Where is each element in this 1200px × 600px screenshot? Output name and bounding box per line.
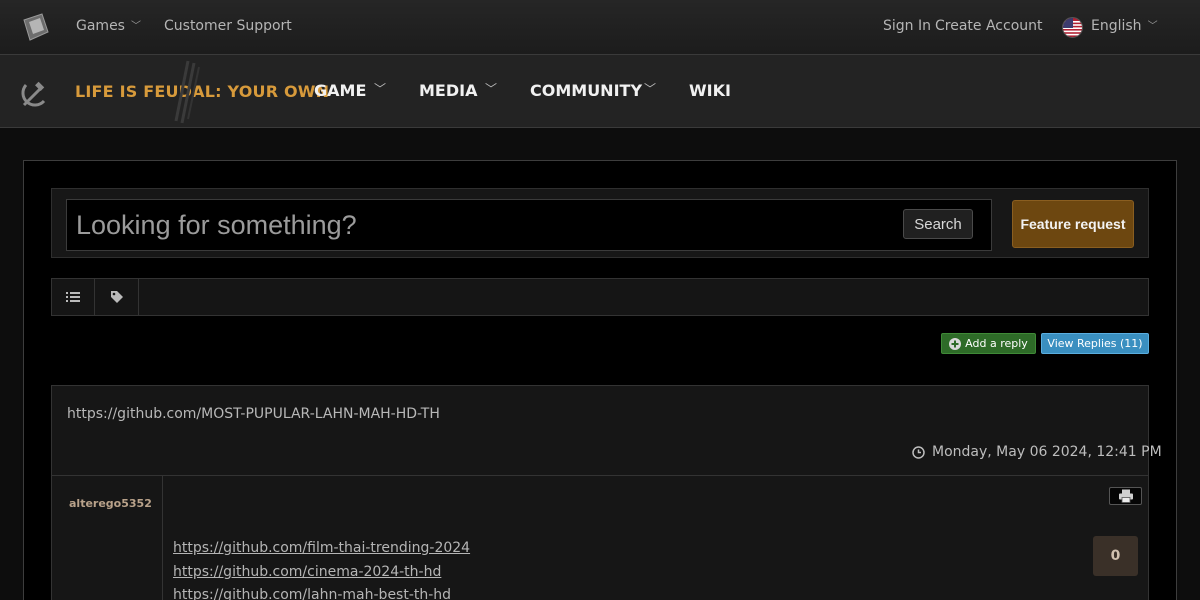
post-link[interactable]: https://github.com/lahn-mah-best-th-hd: [173, 587, 451, 600]
chevron-down-icon: ﹀: [1147, 21, 1158, 32]
list-icon: [65, 292, 80, 302]
chevron-down-icon[interactable]: ﹀: [374, 80, 386, 97]
sign-in-link[interactable]: Sign In: [883, 18, 931, 34]
vote-count[interactable]: 0: [1093, 536, 1138, 576]
post-date: Monday, May 06 2024, 12:41 PM: [912, 444, 1162, 460]
top-bar: Games ﹀ Customer Support Sign In Create A…: [0, 0, 1200, 54]
forum-toolbar: [51, 278, 1149, 316]
post-link[interactable]: https://github.com/film-thai-trending-20…: [173, 540, 470, 556]
create-account-link[interactable]: Create Account: [935, 18, 1043, 34]
printer-icon: [1118, 489, 1133, 503]
post-date-text: Monday, May 06 2024, 12:41 PM: [932, 444, 1162, 460]
language-label: English: [1091, 18, 1142, 34]
hammer-sickle-emblem-icon[interactable]: [18, 79, 50, 111]
post-divider: [51, 475, 1149, 476]
tag-icon: [110, 291, 123, 303]
author-column-divider: [162, 476, 163, 600]
list-view-button[interactable]: [51, 279, 95, 315]
language-selector[interactable]: English ﹀: [1091, 18, 1158, 34]
us-flag-icon[interactable]: [1062, 17, 1083, 38]
author-name[interactable]: alterego5352: [69, 497, 152, 510]
post-link[interactable]: https://github.com/cinema-2024-th-hd: [173, 564, 441, 580]
chevron-down-icon: ﹀: [130, 21, 141, 32]
customer-support-link[interactable]: Customer Support: [164, 18, 292, 34]
print-button[interactable]: [1109, 487, 1142, 505]
clock-icon: [912, 445, 925, 459]
plus-circle-icon: [949, 337, 962, 350]
nav-community[interactable]: COMMUNITY: [530, 81, 642, 100]
add-reply-label: Add a reply: [965, 337, 1028, 350]
view-replies-button[interactable]: View Replies (11): [1041, 333, 1149, 354]
nav-game[interactable]: GAME: [314, 81, 366, 100]
search-button[interactable]: Search: [903, 209, 973, 239]
nav-media[interactable]: MEDIA: [419, 81, 477, 100]
post-title: https://github.com/MOST-PUPULAR-LAHN-MAH…: [67, 406, 440, 422]
add-reply-button[interactable]: Add a reply: [941, 333, 1036, 354]
chevron-down-icon[interactable]: ﹀: [485, 80, 497, 97]
site-logo-icon[interactable]: [20, 12, 52, 44]
games-menu[interactable]: Games ﹀: [76, 18, 141, 34]
chevron-down-icon[interactable]: ﹀: [644, 80, 656, 97]
scratch-mark-icon: [168, 59, 202, 125]
brand-title[interactable]: LIFE IS FEUDAL: YOUR OWN: [75, 82, 329, 101]
feature-request-button[interactable]: Feature request: [1012, 200, 1134, 248]
tags-button[interactable]: [95, 279, 139, 315]
games-label: Games: [76, 18, 125, 34]
search-input[interactable]: [76, 204, 886, 246]
nav-wiki[interactable]: WIKI: [689, 81, 731, 100]
